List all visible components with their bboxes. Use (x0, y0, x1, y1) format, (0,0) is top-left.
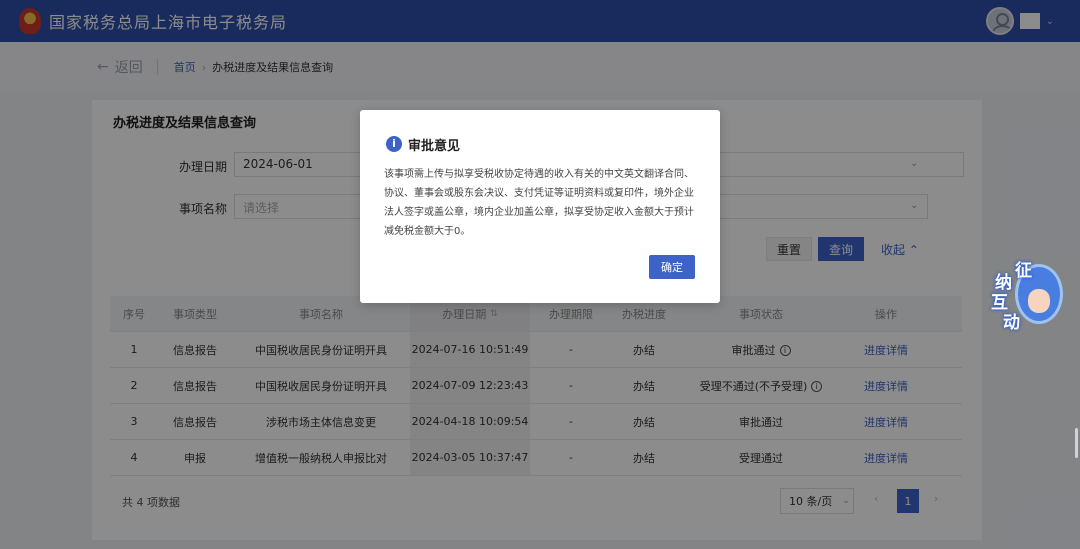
info-icon: i (386, 136, 402, 152)
mascot-char: 动 (1003, 313, 1020, 333)
page-scrollbar[interactable] (1075, 428, 1078, 458)
confirm-button[interactable]: 确定 (649, 255, 695, 279)
assistant-mascot[interactable]: 征 纳 互 动 (989, 256, 1071, 333)
mascot-char: 征 (1015, 261, 1032, 281)
approval-dialog: i 审批意见 该事项需上传与拟享受税收协定待遇的收入有关的中文英文翻译合同、协议… (360, 110, 720, 303)
dialog-title: 审批意见 (408, 139, 461, 154)
dialog-message: 该事项需上传与拟享受税收协定待遇的收入有关的中文英文翻译合同、协议、董事会或股东… (384, 169, 694, 237)
